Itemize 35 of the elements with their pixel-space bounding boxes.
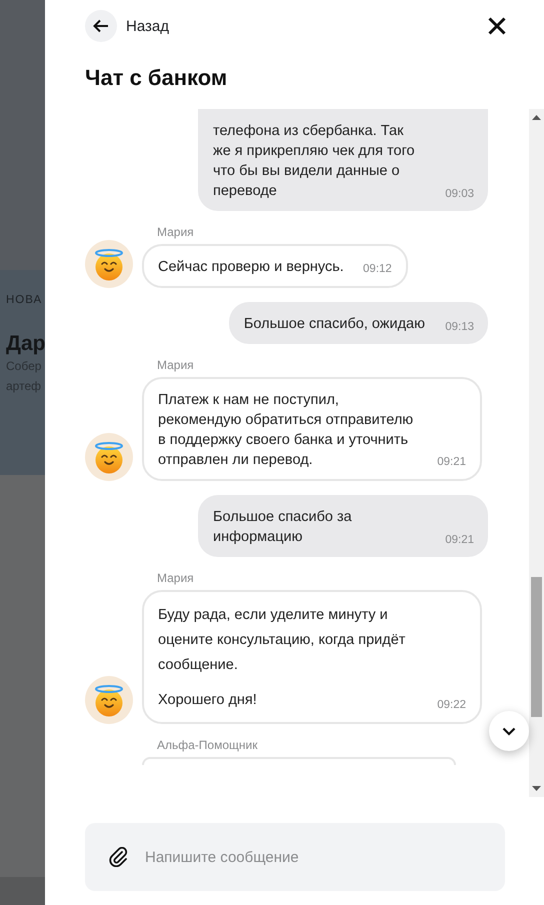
scroll-down-arrow-icon[interactable]	[532, 786, 541, 791]
sender-name: Мария	[157, 571, 194, 585]
avatar-icon	[85, 433, 133, 481]
chevron-down-icon	[502, 726, 516, 736]
sender-name: Альфа-Помощник	[157, 738, 258, 752]
chat-title: Чат с банком	[85, 64, 228, 92]
back-arrow-icon	[93, 19, 109, 33]
close-icon	[488, 17, 506, 35]
message-time: 09:22	[437, 698, 466, 712]
message-text: телефона из сбербанка. Так же я прикрепляю чек для того что бы вы видели данные о переводе	[213, 123, 415, 199]
section-label: НОВА	[6, 294, 42, 306]
section-heading: Дар	[6, 332, 45, 356]
message-text: Большое спасибо за информацию	[213, 509, 352, 545]
close-button[interactable]	[486, 15, 508, 37]
paperclip-icon[interactable]	[109, 847, 129, 867]
message-input[interactable]: Напишите сообщение	[85, 823, 505, 891]
message-time: 09:13	[445, 320, 474, 334]
scrollbar-thumb[interactable]	[531, 577, 542, 717]
avatar-icon	[85, 240, 133, 288]
sender-name: Мария	[157, 358, 194, 372]
message-text: Буду рада, если уделите минуту и оцените консультацию, когда придёт сообщение.	[158, 607, 406, 673]
scroll-down-button[interactable]	[489, 711, 529, 751]
message-text: Сейчас проверю и вернусь.	[158, 259, 344, 275]
avatar-icon	[85, 676, 133, 724]
message-text: Большое спасибо, ожидаю	[244, 316, 425, 332]
backdrop-footer	[0, 877, 45, 905]
message-time: 09:21	[445, 533, 474, 547]
back-button[interactable]: Назад	[85, 10, 169, 42]
message-text: Хорошего дня!	[158, 692, 257, 708]
scroll-up-arrow-icon[interactable]	[532, 115, 541, 120]
message-time: 09:12	[363, 262, 392, 276]
message-text: Платеж к нам не поступил, рекомендую обратиться отправителю в поддержку своего банка и уточнить отправлен ли перевод.	[158, 392, 414, 468]
sender-name: Мария	[157, 225, 194, 239]
message-time: 09:03	[445, 187, 474, 201]
message-time: 09:21	[437, 455, 466, 469]
